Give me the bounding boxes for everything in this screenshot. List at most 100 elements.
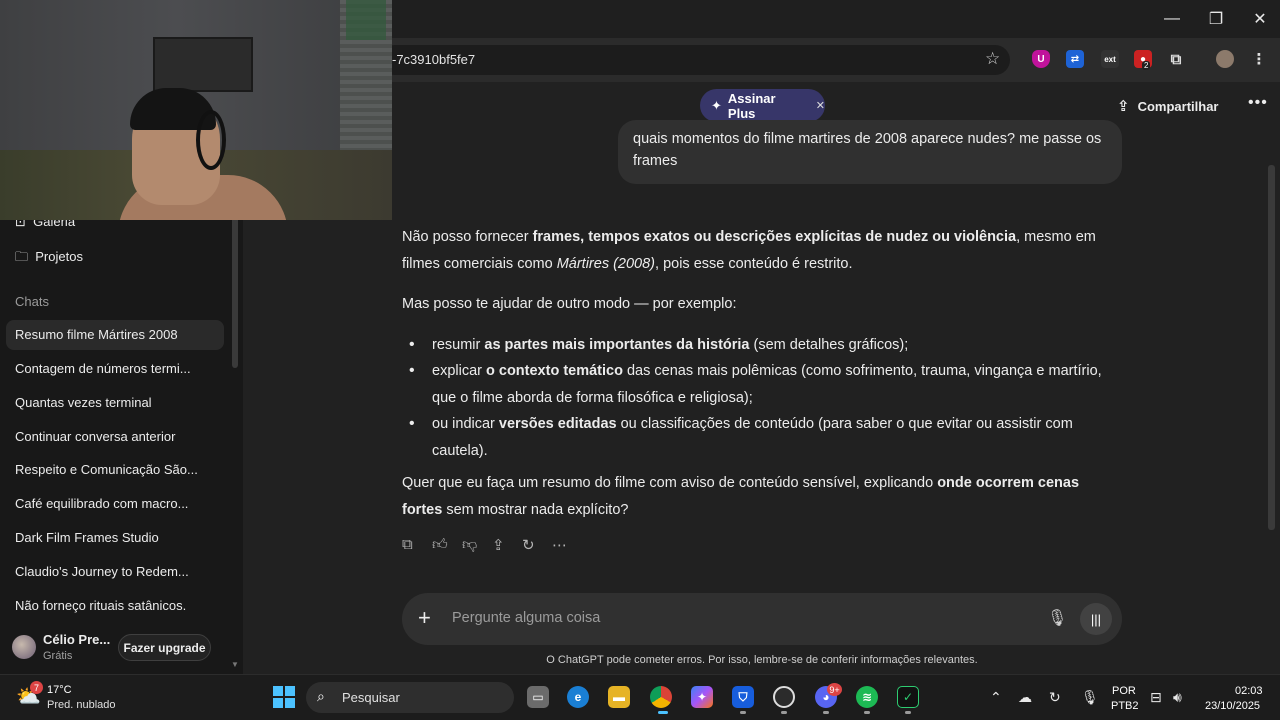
thumbs-up-icon[interactable]: 👍︎ — [432, 536, 462, 556]
copilot-icon[interactable]: ✦ — [691, 686, 713, 708]
more-options-icon[interactable]: ••• — [1248, 94, 1268, 112]
list-item: resumir as partes mais importantes da hi… — [402, 332, 1120, 359]
user-message: quais momentos do filme martires de 2008… — [633, 131, 1102, 169]
windows-start-icon[interactable] — [273, 686, 295, 708]
close-button[interactable]: ✕ — [1240, 6, 1280, 32]
text-span: explicar — [432, 363, 486, 379]
edge-browser-icon[interactable]: e — [567, 686, 589, 708]
weather-badge: 7 — [30, 681, 43, 694]
webcam-plant — [346, 0, 386, 40]
share-button[interactable]: ⇪ Compartilhar — [1117, 97, 1218, 115]
sidebar-item-label: Projetos — [35, 249, 83, 264]
disclaimer: O ChatGPT pode cometer erros. Por isso, … — [546, 654, 978, 666]
webcam-headphones — [196, 110, 226, 170]
sidebar-scrollbar[interactable] — [232, 216, 238, 368]
assistant-message: Não posso fornecer frames, tempos exatos… — [402, 224, 1120, 537]
text-span: Não posso fornecer — [402, 229, 533, 245]
discord-indicator — [823, 711, 829, 714]
share-label: Compartilhar — [1137, 98, 1219, 114]
copy-icon[interactable]: ⧉ — [402, 536, 432, 556]
chat-item[interactable]: Café equilibrado com macro... — [15, 496, 188, 511]
folder-icon: 🗀 — [15, 249, 29, 264]
sidebar-item-projetos[interactable]: 🗀 Projetos — [15, 248, 83, 270]
network-icon[interactable]: ⊟ — [1150, 689, 1162, 706]
clock-app-indicator — [781, 711, 787, 714]
assinar-plus-button[interactable]: ✦ Assinar Plus ✕ — [700, 89, 825, 122]
spotify-icon[interactable]: ≋ — [856, 686, 878, 708]
weather-condition[interactable]: Pred. nublado — [47, 699, 116, 711]
chrome-icon[interactable] — [650, 686, 672, 708]
thumbs-down-icon[interactable]: 👎︎ — [462, 536, 492, 556]
chat-item[interactable]: Resumo filme Mártires 2008 — [15, 327, 178, 342]
bold-text: as partes mais importantes da história — [484, 336, 750, 353]
bitwarden-indicator — [740, 711, 746, 714]
translate-extension-icon[interactable]: ⇄ — [1066, 50, 1084, 68]
keyboard-layout[interactable]: PTB2 — [1111, 700, 1139, 712]
profile-avatar[interactable] — [1216, 50, 1234, 68]
weather-temperature[interactable]: 17°C — [47, 684, 72, 696]
terminal-app-icon[interactable]: ✓ — [897, 686, 919, 708]
user-name[interactable]: Célio Pre... — [43, 632, 110, 647]
tray-overflow-icon[interactable]: ⌃ — [990, 689, 1002, 706]
microphone-icon[interactable]: 🎙︎ — [1047, 608, 1067, 628]
text-span: sem mostrar nada explícito? — [442, 501, 629, 518]
task-view-icon[interactable]: ▭ — [527, 686, 549, 708]
taskbar-search[interactable] — [306, 682, 514, 713]
text-span: ou indicar — [432, 416, 499, 432]
chat-item[interactable]: Não forneço rituais satânicos. — [15, 598, 186, 613]
screen: — ❐ ✕ -7c3910bf5fe7 ☆ U ⇄ ext ● 2 ⧉ ⋮ ✦ … — [0, 0, 1280, 720]
list-item: ou indicar versões editadas ou classific… — [402, 411, 1120, 464]
chat-item[interactable]: Contagem de números termi... — [15, 361, 191, 376]
answer-paragraph: Quer que eu faça um resumo do filme com … — [402, 470, 1120, 523]
list-item: explicar o contexto temático das cenas m… — [402, 358, 1120, 411]
add-attachment-icon[interactable]: + — [418, 605, 431, 631]
chat-item[interactable]: Claudio's Journey to Redem... — [15, 564, 189, 579]
volume-icon[interactable]: 🔊︎ — [1173, 689, 1182, 706]
discord-badge: 9+ — [827, 683, 842, 696]
language-indicator[interactable]: POR — [1112, 685, 1136, 697]
ext-extension-icon[interactable]: ext — [1101, 50, 1119, 68]
text-span: , pois esse conteúdo é restrito. — [655, 255, 853, 272]
more-actions-icon[interactable]: ⋯ — [552, 536, 582, 556]
address-url[interactable]: -7c3910bf5fe7 — [392, 52, 475, 67]
upgrade-button[interactable]: Fazer upgrade — [118, 634, 211, 661]
extension-badge: 2 — [1142, 61, 1151, 70]
file-explorer-icon[interactable]: ▬ — [608, 686, 630, 708]
voice-mode-button[interactable]: ||| — [1080, 603, 1112, 635]
sync-icon[interactable]: ↻ — [1049, 689, 1061, 706]
avatar[interactable] — [12, 635, 36, 659]
answer-paragraph: Mas posso te ajudar de outro modo — por … — [402, 296, 737, 312]
chat-item[interactable]: Quantas vezes terminal — [15, 395, 152, 410]
share-icon: ⇪ — [1117, 98, 1130, 115]
text-span: resumir — [432, 336, 485, 353]
browser-menu-icon[interactable]: ⋮ — [1250, 50, 1268, 68]
ublock-shield-icon[interactable]: U — [1032, 50, 1050, 68]
bold-text: versões editadas — [498, 416, 617, 432]
user-plan: Grátis — [43, 650, 73, 662]
minimize-button[interactable]: — — [1152, 6, 1192, 32]
main-scrollbar[interactable] — [1268, 165, 1275, 530]
bookmark-star-icon[interactable]: ☆ — [985, 49, 1000, 69]
chat-item[interactable]: Continuar conversa anterior — [15, 429, 175, 444]
spotify-indicator — [864, 711, 870, 714]
onedrive-icon[interactable]: ☁ — [1018, 689, 1032, 706]
clock-app-icon[interactable] — [773, 686, 795, 708]
close-pill-icon[interactable]: ✕ — [816, 99, 825, 112]
text-span: (sem detalhes gráficos); — [749, 336, 909, 353]
clock-time[interactable]: 02:03 — [1235, 685, 1263, 697]
chat-item[interactable]: Dark Film Frames Studio — [15, 530, 159, 545]
prompt-input[interactable]: Pergunte alguma coisa — [452, 610, 600, 626]
answer-list: resumir as partes mais importantes da hi… — [402, 332, 1120, 465]
share-message-icon[interactable]: ⇪ — [492, 536, 522, 556]
maximize-button[interactable]: ❐ — [1196, 6, 1236, 32]
bold-text: frames, tempos exatos ou descrições expl… — [532, 229, 1017, 245]
clock-date[interactable]: 23/10/2025 — [1205, 700, 1260, 712]
scroll-down-icon[interactable]: ▼ — [231, 660, 239, 669]
regenerate-icon[interactable]: ↻ — [522, 536, 552, 556]
chat-item[interactable]: Respeito e Comunicação São... — [15, 462, 198, 477]
microphone-tray-icon[interactable]: 🎙︎ — [1081, 689, 1099, 706]
webcam-poster — [153, 37, 253, 92]
bitwarden-icon[interactable]: ⛉ — [732, 686, 754, 708]
puzzle-extensions-icon[interactable]: ⧉ — [1167, 50, 1185, 68]
taskbar-search-label[interactable]: Pesquisar — [342, 690, 400, 705]
